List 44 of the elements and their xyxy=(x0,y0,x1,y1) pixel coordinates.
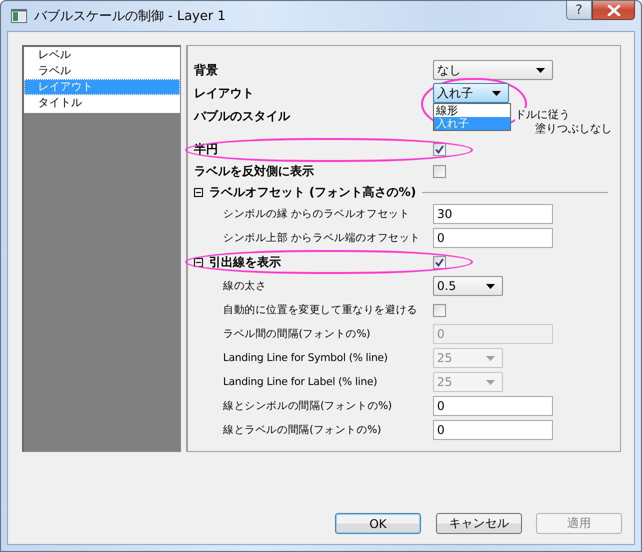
checkbox[interactable] xyxy=(433,164,446,178)
checkbox[interactable] xyxy=(433,256,446,268)
sidebar-item[interactable]: レベル xyxy=(24,47,180,63)
checkbox[interactable] xyxy=(433,142,446,156)
property-label: ラベルを反対側に表示 xyxy=(194,162,315,180)
property-label: バブルのスタイル xyxy=(194,108,292,125)
window-icon xyxy=(11,9,27,23)
collapse-toggle[interactable] xyxy=(194,258,203,266)
caret-icon xyxy=(486,284,495,288)
input-field[interactable]: 0 xyxy=(433,420,553,440)
caret-icon xyxy=(492,90,501,96)
property-label: 背景 xyxy=(194,62,219,78)
property-label: Landing Line for Label (% line) xyxy=(222,376,378,388)
sidebar-item[interactable]: ラベル xyxy=(24,63,180,79)
property-label: シンボル上部 からラベル端のオフセット xyxy=(222,231,422,245)
cancel-button[interactable]: キャンセル xyxy=(436,513,522,534)
collapse-toggle[interactable] xyxy=(194,188,203,196)
property-label: 線とシンボルの間隔(フォントの%) xyxy=(222,399,393,413)
caret-icon xyxy=(486,380,495,384)
group-heading: 引出線を表示 xyxy=(209,254,281,270)
property-label: Landing Line for Symbol (% line) xyxy=(222,352,389,364)
dropdown[interactable]: 0.5 xyxy=(433,276,503,296)
checkbox[interactable] xyxy=(433,304,446,316)
help-button[interactable]: ? xyxy=(566,1,592,20)
style-option-text: ドルに従う xyxy=(515,108,570,122)
close-button[interactable] xyxy=(592,1,635,20)
property-label: 線の太さ xyxy=(222,279,268,293)
close-icon xyxy=(606,4,620,16)
input-field[interactable]: 0 xyxy=(433,396,553,416)
dropdown[interactable]: なし xyxy=(433,60,553,80)
window-title: バブルスケールの制御 - Layer 1 xyxy=(34,8,227,25)
property-label: レイアウト xyxy=(194,84,255,102)
dropdown-option[interactable]: 線形 xyxy=(434,104,510,117)
caret-icon xyxy=(486,356,495,360)
sidebar-item[interactable]: タイトル xyxy=(24,95,180,113)
property-label: 線とラベルの間隔(フォントの%) xyxy=(222,423,382,437)
property-label: ラベル間の間隔(フォントの%) xyxy=(222,327,372,341)
property-label: 自動的に位置を変更して重なりを避ける xyxy=(222,303,418,317)
input-field[interactable]: 30 xyxy=(433,204,553,224)
input-field[interactable]: 0 xyxy=(433,228,553,248)
ok-button[interactable]: OK xyxy=(335,513,421,534)
caret-icon xyxy=(536,68,545,72)
group-heading: ラベルオフセット (フォント高さの%) xyxy=(209,184,416,200)
property-label: シンボルの縁 からのラベルオフセット xyxy=(222,207,411,221)
